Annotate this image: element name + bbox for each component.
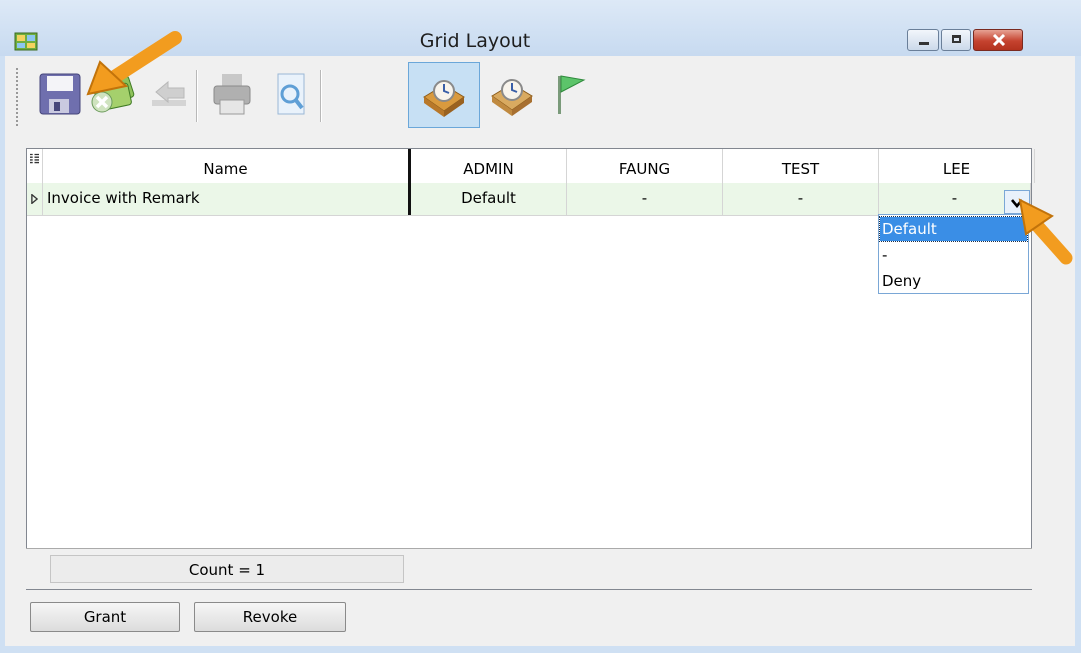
row-pointer-icon (31, 194, 38, 204)
column-chooser-icon (30, 153, 39, 164)
close-icon (992, 34, 1006, 46)
column-chooser-button[interactable] (27, 149, 43, 183)
row-count-label: Count = 1 (50, 555, 404, 583)
dropdown-option-dash[interactable]: - (880, 243, 1027, 267)
maximize-button[interactable] (941, 29, 971, 51)
grant-button[interactable]: Grant (30, 602, 180, 632)
dropdown-option-default[interactable]: Default (879, 216, 1028, 242)
column-header-lee[interactable]: LEE (879, 149, 1035, 183)
annotation-arrow-dropdown (1018, 198, 1073, 265)
column-header-faung[interactable]: FAUNG (567, 149, 723, 183)
green-flag-icon (558, 75, 586, 114)
cell-test[interactable]: - (723, 183, 879, 215)
toolbar-grip[interactable] (16, 68, 20, 126)
flag-button[interactable] (540, 62, 596, 128)
preview-button[interactable] (262, 62, 318, 128)
minimize-button[interactable] (907, 29, 939, 51)
grid-layout-window: Grid Layout Name ADMIN FAUNG TEST LEE In… (0, 0, 1081, 653)
cell-admin[interactable]: Default (411, 183, 567, 215)
revoke-button[interactable]: Revoke (194, 602, 346, 632)
toolbar-separator (320, 70, 322, 122)
clock-box-icon (423, 80, 465, 117)
cell-name[interactable]: Invoice with Remark (43, 183, 411, 215)
grant-layout-button[interactable] (408, 62, 480, 128)
row-indicator (27, 183, 43, 215)
clock-box-icon (491, 79, 533, 116)
grid-header: Name ADMIN FAUNG TEST LEE (27, 149, 1035, 184)
printer-icon (213, 74, 251, 115)
cell-faung[interactable]: - (567, 183, 723, 215)
annotation-arrow-save (86, 31, 182, 96)
grid-footer: Count = 1 (26, 548, 1032, 589)
print-button[interactable] (204, 62, 260, 128)
column-header-name[interactable]: Name (43, 149, 411, 183)
print-preview-icon (277, 73, 305, 115)
toolbar-separator (196, 70, 198, 122)
maximize-icon (952, 35, 961, 43)
close-button[interactable] (973, 29, 1023, 51)
minimize-icon (919, 42, 929, 45)
column-header-test[interactable]: TEST (723, 149, 879, 183)
dropdown-option-deny[interactable]: Deny (880, 269, 1027, 293)
column-header-admin[interactable]: ADMIN (411, 149, 567, 183)
revoke-layout-button[interactable] (484, 62, 540, 128)
table-row[interactable]: Invoice with Remark Default - - - (27, 183, 1031, 216)
